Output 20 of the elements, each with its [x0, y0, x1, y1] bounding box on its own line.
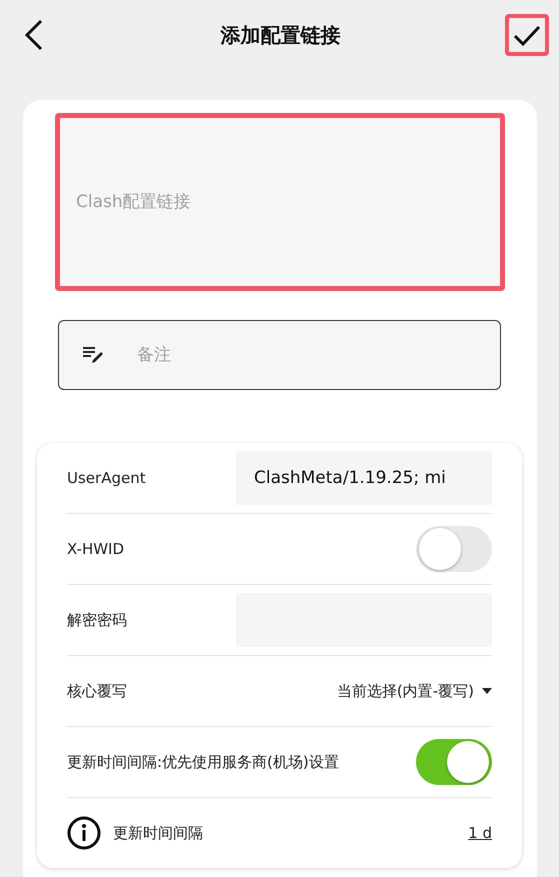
- setting-label: UserAgent: [67, 469, 146, 487]
- setting-label: X-HWID: [67, 540, 124, 558]
- note-field[interactable]: 备注: [58, 320, 501, 390]
- check-icon: [513, 24, 541, 46]
- toggle-switch[interactable]: [416, 526, 492, 572]
- caret-icon: [482, 688, 492, 694]
- setting-label: 解密密码: [67, 610, 127, 630]
- info-icon: [67, 816, 101, 850]
- core-dropdown[interactable]: 当前选择(内置-覆写): [336, 682, 492, 700]
- page-title: 添加配置链接: [220, 22, 340, 48]
- edit-note-icon: [82, 346, 104, 364]
- setting-label: 更新时间间隔:优先使用服务商(机场)设置: [67, 752, 339, 772]
- toggle-switch[interactable]: [416, 739, 492, 785]
- setting-label: 更新时间间隔: [113, 824, 203, 842]
- setting-input[interactable]: ClashMeta/1.19.25; mi: [236, 451, 492, 505]
- back-icon: [24, 19, 44, 51]
- setting-label: 核心覆写: [67, 682, 127, 700]
- confirm-button[interactable]: [505, 14, 549, 56]
- link-field[interactable]: Clash配置链接: [55, 113, 505, 291]
- interval-link[interactable]: 1 d: [468, 824, 492, 842]
